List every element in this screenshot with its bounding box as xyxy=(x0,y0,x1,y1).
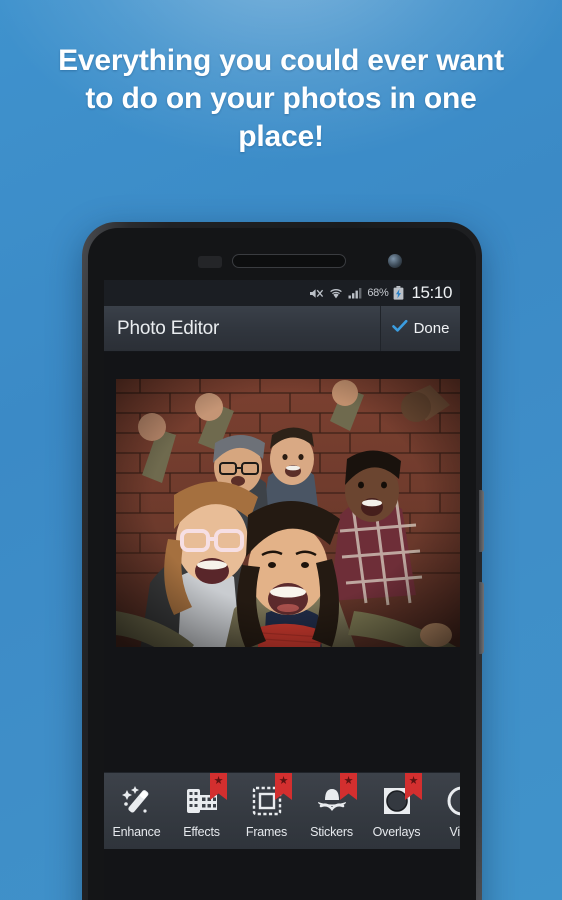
battery-charging-icon xyxy=(393,286,404,300)
star-icon: ★ xyxy=(213,775,224,787)
proximity-sensor-icon xyxy=(198,256,222,268)
check-icon xyxy=(391,319,408,338)
tool-label: Enhance xyxy=(112,825,161,839)
tool-frames[interactable]: Frames ★ xyxy=(234,773,299,849)
tool-vignette[interactable]: Vign xyxy=(429,773,460,849)
tool-enhance[interactable]: Enhance xyxy=(104,773,169,849)
vignette-icon xyxy=(441,780,460,822)
editor-toolbar[interactable]: Enhance Effects ★ Frames ★ Stickers ★ Ov… xyxy=(104,772,460,849)
status-bar: 68% 15:10 xyxy=(104,280,460,306)
done-button[interactable]: Done xyxy=(380,306,460,351)
tool-label: Vign xyxy=(449,825,461,839)
power-button[interactable] xyxy=(479,582,484,654)
tool-label: Effects xyxy=(183,825,220,839)
tool-stickers[interactable]: Stickers ★ xyxy=(299,773,364,849)
status-clock: 15:10 xyxy=(411,283,452,302)
front-camera-icon xyxy=(388,254,402,268)
battery-percent-label: 68% xyxy=(367,287,389,299)
promo-screenshot: Everything you could ever want to do on … xyxy=(0,0,562,900)
page-title: Photo Editor xyxy=(117,317,220,339)
volume-rocker-button[interactable] xyxy=(479,490,484,552)
phone-front-face: 68% 15:10 Photo Editor Done Enhance Effe… xyxy=(88,228,476,900)
star-icon: ★ xyxy=(343,775,354,787)
cellular-signal-icon xyxy=(348,287,362,299)
tool-effects[interactable]: Effects ★ xyxy=(169,773,234,849)
tool-label: Overlays xyxy=(372,825,421,839)
wifi-icon xyxy=(329,287,343,300)
phone-screen: 68% 15:10 Photo Editor Done Enhance Effe… xyxy=(104,280,460,900)
tool-overlays[interactable]: Overlays ★ xyxy=(364,773,429,849)
star-icon: ★ xyxy=(408,775,419,787)
tool-label: Frames xyxy=(245,825,288,839)
edit-canvas[interactable]: Enhance Effects ★ Frames ★ Stickers ★ Ov… xyxy=(104,352,460,849)
phone-mockup: 68% 15:10 Photo Editor Done Enhance Effe… xyxy=(82,222,484,900)
mute-icon xyxy=(309,287,324,300)
promo-headline: Everything you could ever want to do on … xyxy=(58,44,504,153)
earpiece-speaker-icon xyxy=(232,254,346,268)
star-icon: ★ xyxy=(278,775,289,787)
done-label: Done xyxy=(413,320,450,337)
tool-label: Stickers xyxy=(310,825,353,839)
magic-wand-icon xyxy=(116,780,158,822)
group-selfie-photo[interactable] xyxy=(116,379,460,647)
app-bar: Photo Editor Done xyxy=(104,306,460,352)
